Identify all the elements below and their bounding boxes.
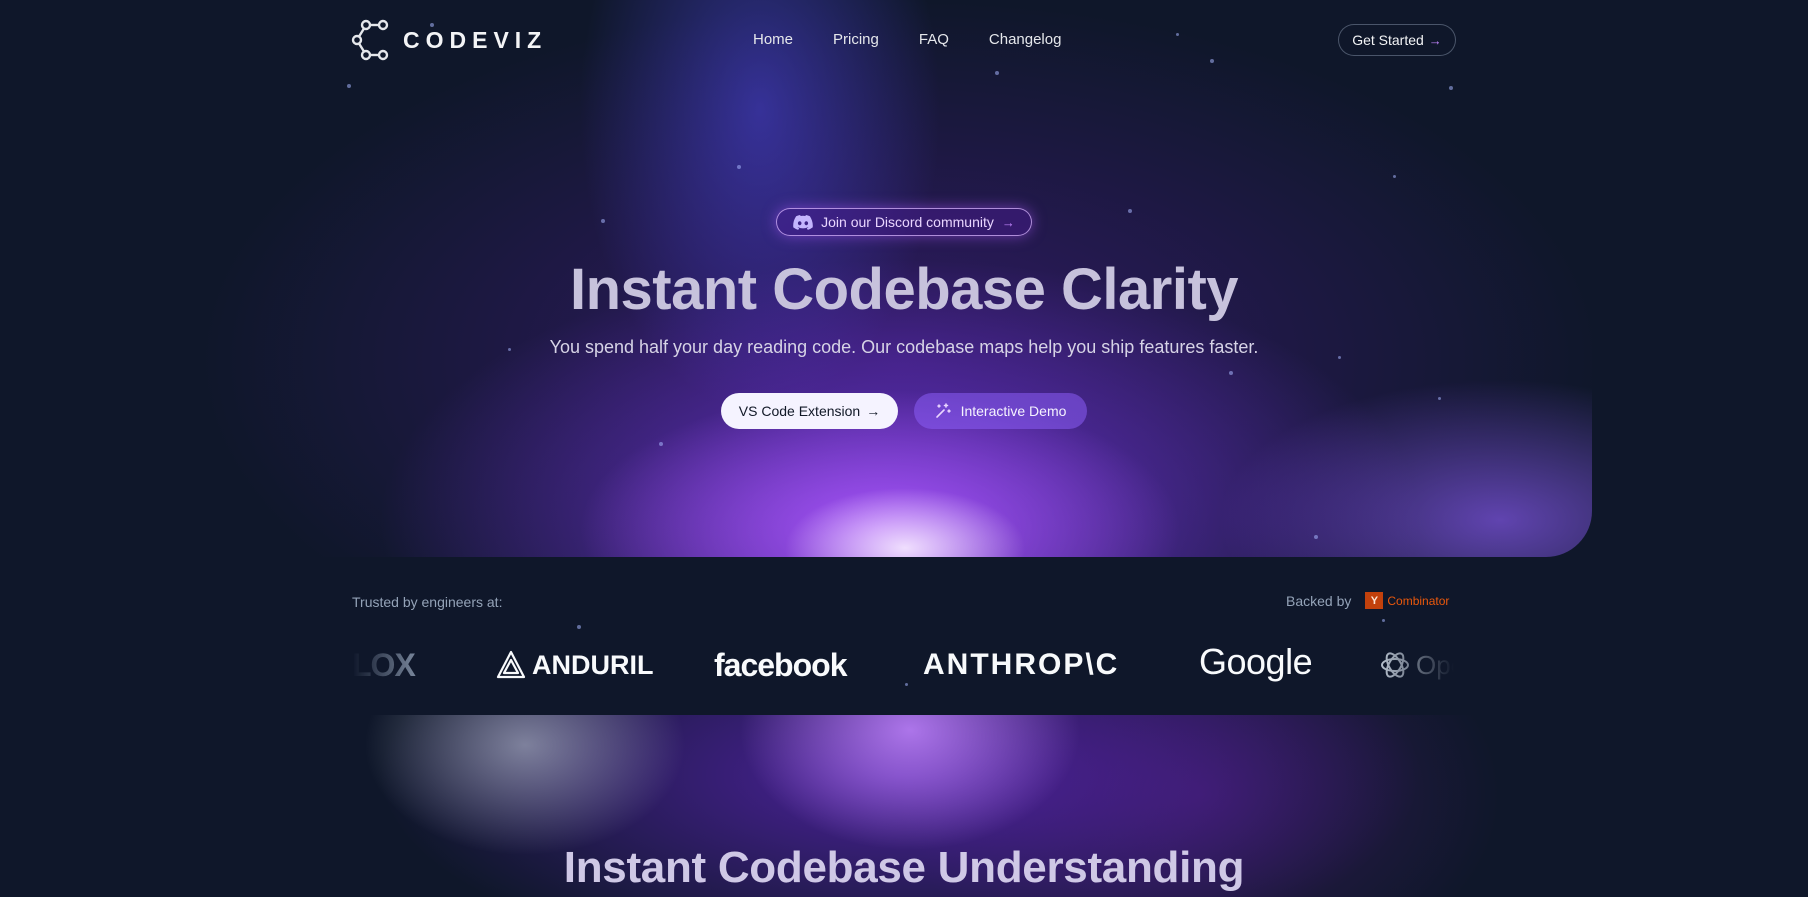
yc-text: Combinator — [1387, 593, 1450, 608]
nav-link-changelog[interactable]: Changelog — [989, 31, 1062, 48]
get-started-button[interactable]: Get Started → — [1338, 24, 1456, 56]
anduril-logo-icon — [496, 650, 526, 679]
company-logo-lox: LOX — [352, 646, 416, 683]
nav-link-faq[interactable]: FAQ — [919, 31, 949, 48]
top-navigation: CODEVIZ Home Pricing FAQ Changelog Get S… — [0, 0, 1808, 80]
star — [1382, 619, 1385, 622]
interactive-demo-label: Interactive Demo — [960, 403, 1067, 419]
vs-code-extension-label: VS Code Extension — [738, 403, 861, 419]
codeviz-logo-icon — [351, 19, 389, 61]
star — [577, 625, 581, 629]
hero-subtitle: You spend half your day reading code. Ou… — [549, 337, 1259, 357]
brand-name: CODEVIZ — [403, 26, 548, 53]
company-logo-facebook: facebook — [714, 646, 847, 683]
arrow-right-icon: → — [1001, 214, 1015, 230]
interactive-demo-button[interactable]: Interactive Demo — [914, 393, 1087, 429]
company-logo-google: Google — [1199, 641, 1313, 682]
trusted-by-label: Trusted by engineers at: — [352, 594, 503, 610]
anduril-label: ANDURIL — [532, 649, 654, 680]
yc-letter: Y — [1365, 592, 1384, 609]
arrow-right-icon: → — [866, 403, 881, 419]
discord-icon — [793, 214, 813, 230]
openai-logo-icon — [1381, 652, 1409, 678]
nav-link-home[interactable]: Home — [753, 31, 793, 48]
backed-by: Backed by Y Combinator — [1286, 592, 1449, 609]
openai-label: OpenAI — [1416, 649, 1454, 680]
features-section-title: Instant Codebase Understanding — [563, 843, 1245, 892]
hero-title: Instant Codebase Clarity — [569, 257, 1239, 322]
company-logos-carousel: LOX ANDURIL facebook ANTHROP\C Google Op… — [352, 640, 1454, 690]
backed-by-label: Backed by — [1286, 592, 1352, 609]
company-logo-openai: OpenAI — [1378, 640, 1454, 690]
magic-wand-icon — [935, 403, 951, 418]
y-combinator-logo: Y Combinator — [1365, 592, 1449, 609]
nav-links: Home Pricing FAQ Changelog — [753, 31, 1101, 48]
nav-link-pricing[interactable]: Pricing — [833, 31, 879, 48]
arrow-right-icon: → — [1428, 32, 1442, 48]
get-started-label: Get Started — [1352, 32, 1424, 48]
vs-code-extension-button[interactable]: VS Code Extension → — [721, 393, 898, 429]
discord-label: Join our Discord community — [821, 214, 994, 230]
brand-logo[interactable]: CODEVIZ — [351, 19, 547, 61]
company-logo-anduril: ANDURIL — [494, 640, 654, 690]
discord-community-link[interactable]: Join our Discord community → — [776, 208, 1032, 236]
company-logo-anthropic: ANTHROP\C — [923, 648, 1120, 681]
